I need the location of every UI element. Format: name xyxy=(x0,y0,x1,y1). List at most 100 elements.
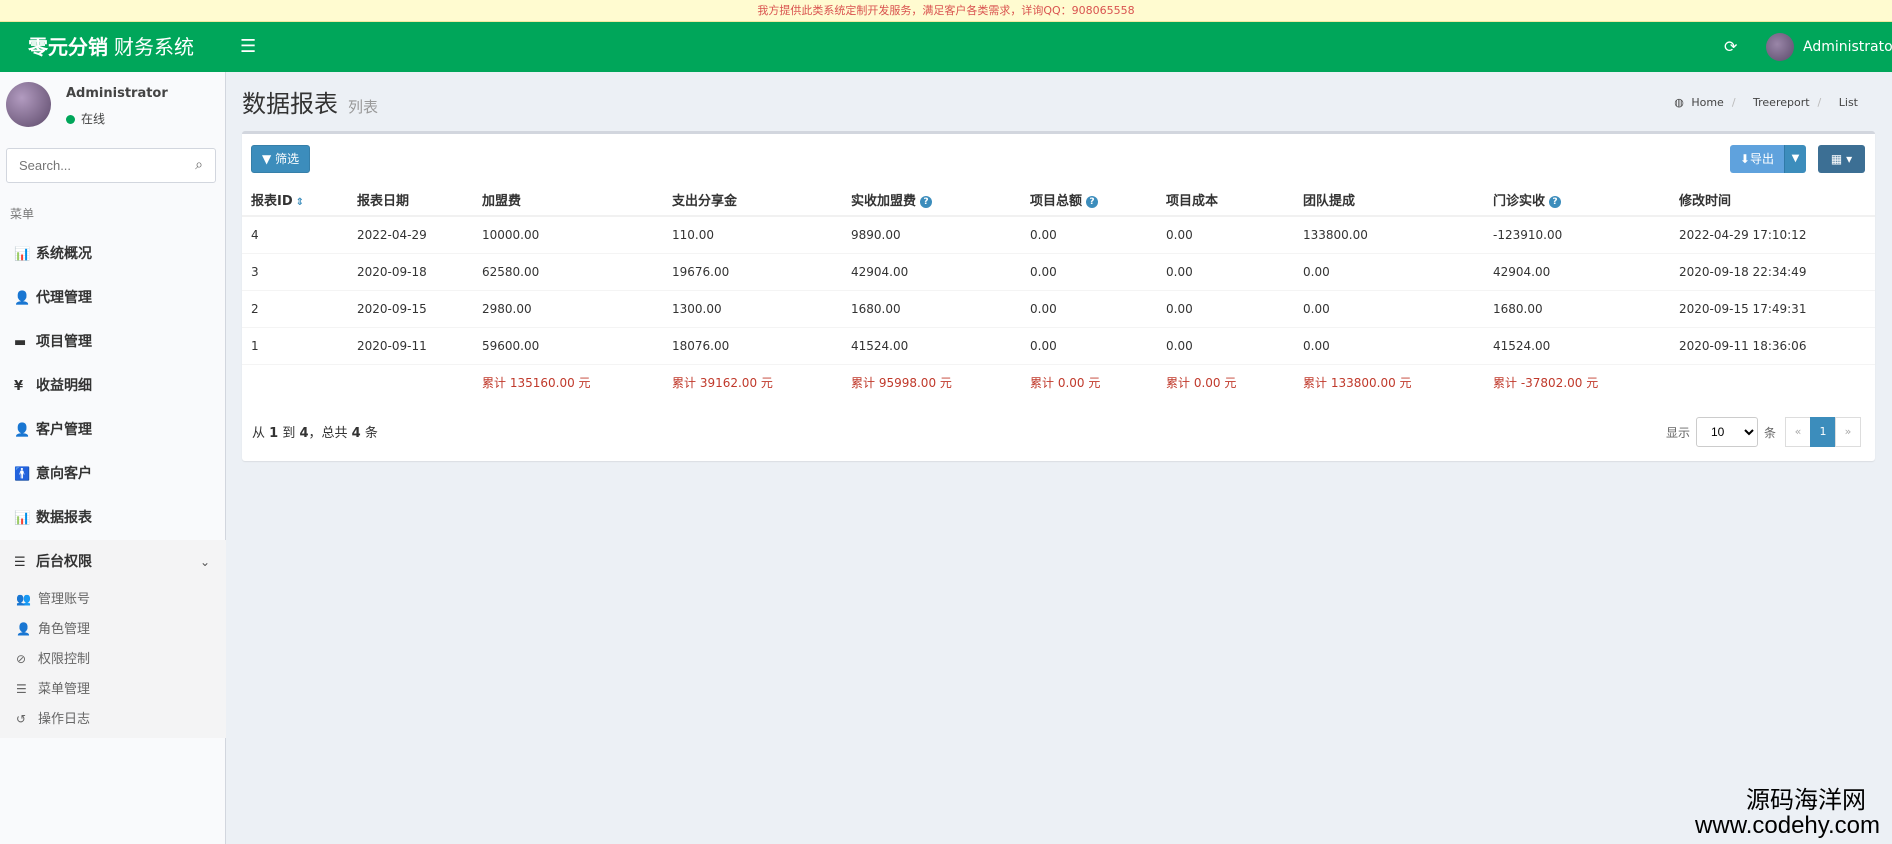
export-button-group: ⬇导出 ▼ xyxy=(1729,145,1806,173)
summary-to: 4 xyxy=(299,426,309,441)
sidebar-item-overview[interactable]: 📊 系统概况 xyxy=(0,232,226,276)
breadcrumb-sep: / xyxy=(1817,96,1822,109)
table-row[interactable]: 1 2020-09-11 59600.00 18076.00 41524.00 0.00 0… xyxy=(242,326,1875,364)
help-icon[interactable]: ? xyxy=(920,195,933,208)
sidebar-subitem-label: 角色管理 xyxy=(38,622,91,637)
table-cell: 0.00 xyxy=(1294,326,1484,364)
sort-icon[interactable]: ⇕ xyxy=(296,197,304,208)
export-button[interactable]: ⬇导出 xyxy=(1729,145,1784,173)
page-size-unit: 条 xyxy=(1763,425,1776,440)
sidebar-subitem-admins[interactable]: 👥 管理账号 xyxy=(0,584,226,614)
top-navbar: 零元分销 财务系统 ☰ ⟳ Administrator xyxy=(0,22,1892,72)
bars-icon: ☰ xyxy=(16,682,27,696)
table-cell: 0.00 xyxy=(1021,215,1157,253)
main-content: 数据报表 列表 ◍ Home / Treereport / List ▼ 筛选 ⬇导出… xyxy=(227,72,1892,844)
summary-text: 条 xyxy=(360,426,378,441)
col-header-commission: 团队提成 xyxy=(1294,184,1484,217)
col-header-net-fee: 实收加盟费? xyxy=(842,184,1021,217)
user-menu[interactable]: Administrator xyxy=(1766,31,1892,63)
sidebar-item-customers[interactable]: 👤 客户管理 xyxy=(0,408,226,452)
table-cell: 2980.00 xyxy=(473,289,663,327)
next-page-button[interactable]: » xyxy=(1835,417,1861,447)
page-subtitle: 列表 xyxy=(348,98,379,116)
col-header-project-cost: 项目成本 xyxy=(1157,184,1294,217)
table-cell: 2020-09-11 xyxy=(348,326,473,364)
search-icon[interactable]: ⌕ xyxy=(195,157,203,173)
breadcrumb-section[interactable]: Treereport xyxy=(1753,96,1810,109)
download-icon: ⬇ xyxy=(1739,152,1750,166)
search-input[interactable] xyxy=(7,149,177,182)
col-header-label: 报表日期 xyxy=(357,194,410,209)
avatar xyxy=(1766,33,1794,61)
export-dropdown-toggle[interactable]: ▼ xyxy=(1784,145,1806,173)
page-button-current[interactable]: 1 xyxy=(1810,417,1836,447)
sidebar-item-label: 后台权限 xyxy=(36,554,92,570)
refresh-icon[interactable]: ⟳ xyxy=(1724,37,1737,57)
prev-page-button[interactable]: « xyxy=(1785,417,1811,447)
sidebar-item-label: 客户管理 xyxy=(36,422,92,438)
app-logo[interactable]: 零元分销 财务系统 xyxy=(0,22,226,72)
col-header-label: 加盟费 xyxy=(482,194,522,209)
table-cell: 3 xyxy=(242,252,348,290)
sidebar-item-reports[interactable]: 📊 数据报表 xyxy=(0,496,226,540)
total-cell xyxy=(348,363,473,401)
user-icon: 👤 xyxy=(14,291,31,306)
table-cell: -123910.00 xyxy=(1484,215,1670,253)
sidebar-item-label: 系统概况 xyxy=(36,246,92,262)
table-cell: 2020-09-18 22:34:49 xyxy=(1670,252,1875,290)
page-size-select[interactable]: 10 xyxy=(1695,417,1758,447)
table-cell: 0.00 xyxy=(1157,215,1294,253)
sidebar-item-prospects[interactable]: 🚹 意向客户 xyxy=(0,452,226,496)
sidebar-subitem-menus[interactable]: ☰ 菜单管理 xyxy=(0,674,226,704)
help-icon[interactable]: ? xyxy=(1549,195,1562,208)
total-cell: 累计 95998.00 元 xyxy=(842,363,1021,401)
breadcrumb-home[interactable]: Home xyxy=(1691,96,1723,109)
dashboard-icon: ◍ xyxy=(1674,96,1684,109)
table-header-row: 报表ID ⇕ 报表日期 加盟费 支出分享金 实收加盟费? 项目总额? 项目成本 团… xyxy=(242,184,1875,217)
sidebar-subitem-label: 管理账号 xyxy=(38,592,91,607)
summary-text: 从 xyxy=(252,426,270,441)
table-cell: 10000.00 xyxy=(473,215,663,253)
help-icon[interactable]: ? xyxy=(1086,195,1099,208)
filter-button[interactable]: ▼ 筛选 xyxy=(251,145,311,173)
report-table: 报表ID ⇕ 报表日期 加盟费 支出分享金 实收加盟费? 项目总额? 项目成本 团… xyxy=(242,184,1875,401)
sidebar-subitem-label: 权限控制 xyxy=(38,652,91,667)
table-row[interactable]: 3 2020-09-18 62580.00 19676.00 42904.00 0.00 0… xyxy=(242,252,1875,290)
table-cell: 0.00 xyxy=(1157,326,1294,364)
table-cell: 59600.00 xyxy=(473,326,663,364)
table-cell: 2020-09-18 xyxy=(348,252,473,290)
sidebar-item-income[interactable]: ¥ 收益明细 xyxy=(0,364,226,408)
col-header-fee: 加盟费 xyxy=(473,184,663,217)
table-cell: 42904.00 xyxy=(842,252,1021,290)
sidebar-item-label: 数据报表 xyxy=(36,510,92,526)
table-row[interactable]: 2 2020-09-15 2980.00 1300.00 1680.00 0.00 0.00… xyxy=(242,289,1875,327)
sidebar-toggle-icon[interactable]: ☰ xyxy=(240,37,256,57)
sidebar-item-agents[interactable]: 👤 代理管理 xyxy=(0,276,226,320)
table-cell: 2020-09-15 xyxy=(348,289,473,327)
table-row[interactable]: 4 2022-04-29 10000.00 110.00 9890.00 0.00 0.00… xyxy=(242,215,1875,253)
watermark-cn: 源码海洋网 xyxy=(1746,786,1866,814)
col-header-id[interactable]: 报表ID ⇕ xyxy=(242,184,348,217)
top-username: Administrator xyxy=(1803,39,1892,55)
sidebar-subitem-roles[interactable]: 👤 角色管理 xyxy=(0,614,226,644)
total-cell: 累计 135160.00 元 xyxy=(473,363,663,401)
table-cell: 2022-04-29 xyxy=(348,215,473,253)
sidebar-item-projects[interactable]: ▬ 项目管理 xyxy=(0,320,226,364)
summary-text: ，总共 xyxy=(308,426,352,441)
sidebar-subitem-logs[interactable]: ↺ 操作日志 xyxy=(0,704,226,734)
col-header-project-total: 项目总额? xyxy=(1021,184,1157,217)
sidebar: Administrator 在线 ⌕ 菜单 📊 系统概况 👤 代理管理 ▬ 项目管理 … xyxy=(0,72,226,844)
col-header-label: 团队提成 xyxy=(1303,194,1356,209)
sidebar-subitem-access[interactable]: ⊘ 权限控制 xyxy=(0,644,226,674)
table-cell: 1680.00 xyxy=(842,289,1021,327)
columns-button[interactable]: ▦ ▾ xyxy=(1818,145,1865,173)
pagination-controls: 显示 10 条 « 1 » xyxy=(1666,417,1875,447)
table-cell: 1300.00 xyxy=(663,289,842,327)
col-header-label: 修改时间 xyxy=(1679,194,1732,209)
filter-label: 筛选 xyxy=(275,152,300,166)
sidebar-search: ⌕ xyxy=(6,148,216,183)
table-cell: 0.00 xyxy=(1021,252,1157,290)
sidebar-item-permissions[interactable]: ☰ 后台权限 ⌄ xyxy=(0,540,226,584)
logo-light: 财务系统 xyxy=(114,35,194,59)
col-header-share: 支出分享金 xyxy=(663,184,842,217)
